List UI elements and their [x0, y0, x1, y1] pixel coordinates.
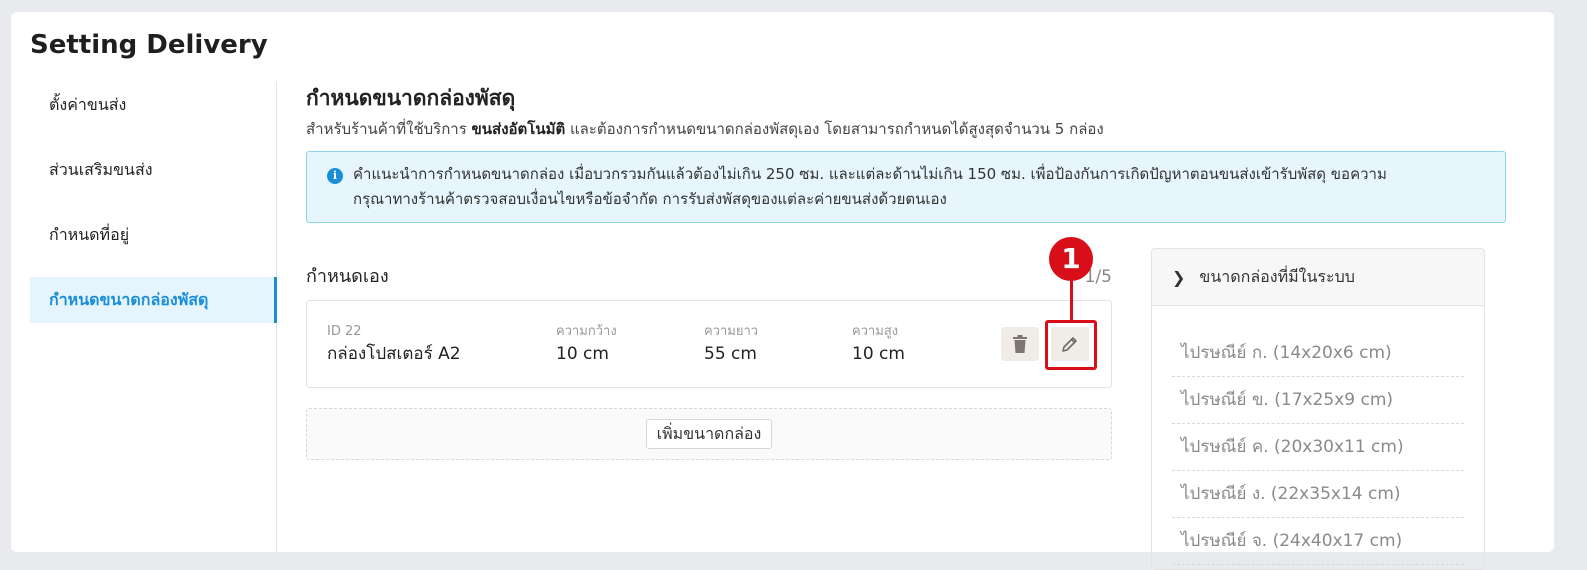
sidebar-item-box-size[interactable]: กำหนดขนาดกล่องพัสดุ	[30, 277, 277, 323]
preset-box-item: ไปรษณีย์ ก. (14x20x6 cm)	[1172, 330, 1464, 377]
box-length-value: 55 cm	[704, 344, 757, 364]
delete-box-button[interactable]	[1001, 327, 1039, 361]
sidebar-item-address[interactable]: กำหนดที่อยู่	[30, 212, 276, 258]
sidebar-item-delivery-addons[interactable]: ส่วนเสริมขนส่ง	[30, 147, 276, 193]
page-title: Setting Delivery	[30, 30, 268, 60]
section-description: สำหรับร้านค้าที่ใช้บริการ ขนส่งอัตโนมัติ…	[306, 120, 1104, 138]
edit-box-button[interactable]	[1051, 327, 1089, 361]
preset-boxes-list: ไปรษณีย์ ก. (14x20x6 cm) ไปรษณีย์ ข. (17…	[1152, 306, 1484, 565]
box-height-label: ความสูง	[852, 324, 899, 339]
trash-icon	[1013, 335, 1027, 353]
info-text-line-2: กรุณาทางร้านค้าตรวจสอบเงื่อนไขหรือข้อจำก…	[353, 190, 947, 208]
preset-box-item: ไปรษณีย์ จ. (24x40x17 cm)	[1172, 518, 1464, 565]
settings-card: Setting Delivery ตั้งค่าขนส่ง ส่วนเสริมข…	[11, 12, 1554, 570]
box-length-label: ความยาว	[704, 324, 759, 339]
custom-box-title: กำหนดเอง	[306, 266, 389, 287]
add-box-button[interactable]: เพิ่มขนาดกล่อง	[645, 419, 773, 449]
section-title: กำหนดขนาดกล่องพัสดุ	[306, 86, 516, 110]
preset-boxes-title: ขนาดกล่องที่มีในระบบ	[1199, 266, 1355, 286]
pencil-icon	[1062, 337, 1077, 352]
preset-box-item: ไปรษณีย์ ข. (17x25x9 cm)	[1172, 377, 1464, 424]
preset-boxes-header[interactable]: ❯ ขนาดกล่องที่มีในระบบ	[1152, 249, 1484, 306]
custom-box-header: กำหนดเอง 1/5	[306, 262, 1112, 292]
box-name: กล่องโปสเตอร์ A2	[327, 344, 461, 364]
box-id: ID 22	[327, 324, 362, 339]
add-box-area: เพิ่มขนาดกล่อง	[306, 408, 1112, 460]
box-height-field: ความสูง 10 cm	[852, 323, 905, 367]
info-text-line-1: คำแนะนำการกำหนดขนาดกล่อง เมื่อบวกรวมกันแ…	[353, 165, 1387, 183]
chevron-right-icon: ❯	[1172, 267, 1186, 287]
box-width-value: 10 cm	[556, 344, 609, 364]
sidebar-item-delivery-settings[interactable]: ตั้งค่าขนส่ง	[30, 82, 276, 128]
sidebar: ตั้งค่าขนส่ง ส่วนเสริมขนส่ง กำหนดที่อยู่…	[30, 82, 277, 552]
main-content: กำหนดขนาดกล่องพัสดุ สำหรับร้านค้าที่ใช้บ…	[306, 82, 1536, 570]
box-id-field: ID 22 กล่องโปสเตอร์ A2	[327, 323, 461, 367]
custom-box-section: กำหนดเอง 1/5 ID 22 กล่องโปสเตอร์ A2 ความ…	[306, 237, 1112, 460]
preset-boxes-panel: ❯ ขนาดกล่องที่มีในระบบ ไปรษณีย์ ก. (14x2…	[1151, 248, 1485, 570]
custom-box-row: ID 22 กล่องโปสเตอร์ A2 ความกว้าง 10 cm ค…	[306, 237, 1112, 388]
preset-box-item: ไปรษณีย์ ง. (22x35x14 cm)	[1172, 471, 1464, 518]
callout-step-badge: 1	[1049, 237, 1093, 281]
box-width-field: ความกว้าง 10 cm	[556, 323, 617, 367]
box-height-value: 10 cm	[852, 344, 905, 364]
box-width-label: ความกว้าง	[556, 324, 617, 339]
info-icon: i	[327, 168, 343, 184]
preset-box-item: ไปรษณีย์ ค. (20x30x11 cm)	[1172, 424, 1464, 471]
box-length-field: ความยาว 55 cm	[704, 323, 758, 367]
info-alert: i คำแนะนำการกำหนดขนาดกล่อง เมื่อบวกรวมกั…	[306, 151, 1506, 223]
